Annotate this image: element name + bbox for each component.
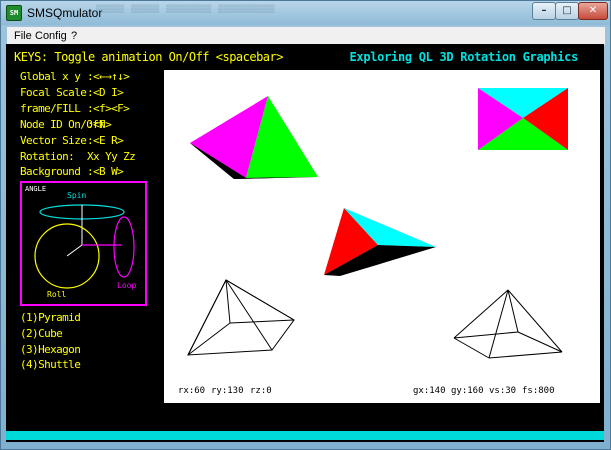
wire-base [187, 279, 295, 356]
pyramid-wireframe-bottom-left [187, 279, 295, 356]
window-title: SMSQmulator [27, 6, 103, 20]
status-gy: gy:160 [451, 386, 484, 396]
maximize-button[interactable]: □ [555, 2, 579, 20]
wire-edge [453, 289, 509, 339]
wire-edge [507, 289, 563, 353]
shape-option-pyramid[interactable]: (1)Pyramid [20, 311, 81, 325]
key-value: :<E R> [87, 134, 124, 147]
key-background: Background :<B W> [20, 165, 124, 179]
key-label: Background [20, 165, 81, 178]
key-node-id: Node ID On/Off:<N> [20, 118, 112, 132]
key-label: Focal Scale [20, 86, 87, 99]
key-frame-fill: frame/FILL :<f><F> [20, 102, 130, 116]
wire-edge [453, 331, 519, 339]
angle-diagram-graphic: ANGLE Spin Roll Loop [25, 185, 136, 299]
key-value: :<D I> [87, 86, 124, 99]
roll-label: Roll [47, 290, 66, 299]
wire-edge [517, 331, 563, 353]
wire-edge [225, 279, 295, 321]
loop-ellipse [113, 216, 135, 278]
background-ghost-text: ▒▒▒▒▒ ▒▒▒▒▒ ▒▒▒▒▒▒▒▒ ▒▒▒▒▒▒▒▒▒▒ [96, 4, 275, 13]
menu-bar: File Config ? [7, 27, 605, 45]
shape-option-hexagon[interactable]: (3)Hexagon [20, 343, 81, 357]
key-value: :<N> [87, 118, 112, 131]
program-title: Exploring QL 3D Rotation Graphics [349, 50, 578, 64]
close-button[interactable]: ✕ [578, 2, 608, 20]
wire-edge [187, 279, 227, 356]
spin-label: Spin [67, 191, 86, 200]
pyramid-filled-center [324, 208, 436, 276]
pyramid-filled-top-left [190, 96, 318, 179]
smsq-app-icon: SM [6, 5, 22, 21]
key-value: :<B W> [87, 165, 124, 178]
roll-radius [66, 244, 83, 257]
wire-edge [229, 319, 295, 324]
status-ry: ry:130 [211, 386, 244, 396]
key-global-xy: Global x y :<←→↑↓> [20, 70, 130, 84]
key-value: :<f><F> [87, 102, 130, 115]
cube-filled-top-right [478, 88, 568, 150]
menu-config[interactable]: Config [35, 28, 67, 44]
key-label: frame/FILL [20, 102, 81, 115]
angle-diagram: ANGLE Spin Roll Loop [20, 181, 147, 306]
wire-edge [187, 322, 231, 356]
render-graphics [187, 88, 568, 359]
status-rx: rx:60 [178, 386, 206, 396]
wire-edge [488, 289, 509, 359]
wire-edge [225, 279, 231, 324]
key-label: Node ID On/Off [20, 118, 105, 131]
render-canvas[interactable]: rx:60 ry:130 rz:0 gx:140 gy:160 vs:30 fs… [164, 70, 600, 403]
shape-option-shuttle[interactable]: (4)Shuttle [20, 358, 81, 372]
key-focal-scale: Focal Scale:<D I> [20, 86, 124, 100]
menu-file[interactable]: File [14, 28, 32, 44]
wire-edge [488, 351, 563, 359]
menu-help[interactable]: ? [71, 28, 77, 44]
minimize-button[interactable]: – [532, 2, 556, 20]
status-rz: rz:0 [250, 386, 272, 396]
wire-edge [453, 337, 490, 359]
pyramid-wireframe-bottom-right [453, 289, 563, 359]
key-label: Rotation: [20, 150, 75, 163]
key-label: Vector Size [20, 134, 87, 147]
key-rotation: Rotation: Xx Yy Zz [20, 150, 136, 164]
loop-label: Loop [117, 281, 136, 290]
screen-bottom-strip [6, 431, 604, 440]
key-value: :<←→↑↓> [87, 70, 130, 83]
title-bar[interactable]: SM SMSQmulator ▒▒▒▒▒ ▒▒▒▒▒ ▒▒▒▒▒▒▒▒ ▒▒▒▒… [1, 1, 610, 25]
keys-hint: KEYS: Toggle animation On/Off <spacebar> [14, 50, 283, 64]
status-fs: fs:800 [522, 386, 555, 396]
key-value: Xx Yy Zz [87, 150, 136, 163]
shape-option-cube[interactable]: (2)Cube [20, 327, 63, 341]
wire-edge [225, 279, 273, 351]
status-vs: vs:30 [489, 386, 517, 396]
key-label: Global x y [20, 70, 81, 83]
status-gx: gx:140 [413, 386, 446, 396]
angle-title: ANGLE [25, 185, 46, 193]
key-vector-size: Vector Size:<E R> [20, 134, 124, 148]
